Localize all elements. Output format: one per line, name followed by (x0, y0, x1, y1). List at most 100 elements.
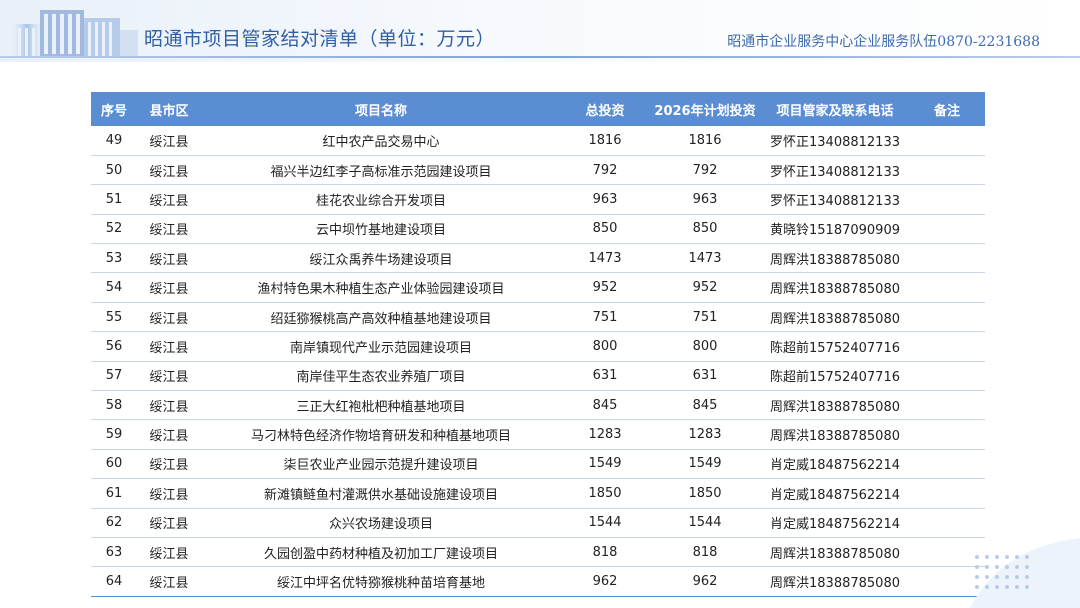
cell-total-investment: 800 (561, 331, 649, 362)
cell-note (909, 478, 985, 509)
cell-no: 62 (91, 508, 137, 538)
cell-county: 绥江县 (137, 537, 201, 568)
col-header-no: 序号 (100, 103, 127, 119)
cell-total-investment: 1544 (561, 508, 649, 538)
cell-note (909, 214, 985, 245)
contact-info: 昭通市企业服务中心企业服务队伍0870-2231688 (727, 34, 1040, 50)
decor-dot (1025, 575, 1029, 579)
decor-dot (985, 555, 989, 559)
cell-total-investment: 631 (561, 361, 649, 392)
cell-no: 57 (91, 361, 137, 392)
cell-plan-investment: 1549 (649, 449, 761, 480)
cell-county: 绥江县 (137, 155, 201, 186)
cell-plan-investment: 850 (649, 214, 761, 245)
cell-county: 绥江县 (137, 390, 201, 421)
decor-dot (995, 565, 999, 569)
header-divider (0, 56, 1080, 58)
cell-project-name: 绥江众禹养牛场建设项目 (201, 243, 561, 274)
cell-no: 61 (91, 478, 137, 509)
table-row: 62 绥江县 众兴农场建设项目 1544 1544 肖定威18487562214 (91, 508, 985, 538)
project-table: 序号 县市区 项目名称 总投资 2026年计划投资 项目管家及联系电话 备注 4… (91, 92, 985, 597)
col-header-manager: 项目管家及联系电话 (776, 103, 894, 119)
cell-no: 51 (91, 184, 137, 215)
table-row: 54 绥江县 渔村特色果木种植生态产业体验园建设项目 952 952 周辉洪1838878… (91, 272, 985, 303)
cell-total-investment: 1816 (561, 126, 649, 156)
cell-manager: 周辉洪18388785080 (761, 302, 909, 333)
table-row: 57 绥江县 南岸佳平生态农业养殖厂项目 631 631 陈超前15752407716 (91, 361, 985, 392)
cell-manager: 陈超前15752407716 (761, 361, 909, 392)
cell-no: 63 (91, 537, 137, 568)
cell-note (909, 419, 985, 450)
cell-county: 绥江县 (137, 184, 201, 215)
cell-county: 绥江县 (137, 302, 201, 333)
building-logo-icon (14, 10, 138, 58)
cell-no: 52 (91, 214, 137, 245)
decor-dot (985, 585, 989, 589)
decor-dot (1005, 575, 1009, 579)
cell-manager: 周辉洪18388785080 (761, 390, 909, 421)
cell-plan-investment: 1544 (649, 508, 761, 538)
cell-manager: 罗怀正13408812133 (761, 184, 909, 215)
cell-county: 绥江县 (137, 419, 201, 450)
header-banner: 昭通市项目管家结对清单（单位：万元） 昭通市企业服务中心企业服务队伍0870-2… (0, 0, 1080, 62)
cell-project-name: 三正大红袍枇杷种植基地项目 (201, 390, 561, 421)
table-row: 63 绥江县 久园创盈中药材种植及初加工厂建设项目 818 818 周辉洪18388785… (91, 537, 985, 568)
col-header-note: 备注 (933, 103, 960, 119)
cell-plan-investment: 1283 (649, 419, 761, 450)
cell-county: 绥江县 (137, 449, 201, 480)
cell-project-name: 南岸佳平生态农业养殖厂项目 (201, 361, 561, 392)
cell-total-investment: 792 (561, 155, 649, 186)
cell-manager: 肖定威18487562214 (761, 449, 909, 480)
project-table-container: 序号 县市区 项目名称 总投资 2026年计划投资 项目管家及联系电话 备注 4… (91, 92, 985, 597)
decor-dot (1025, 565, 1029, 569)
decor-dot (975, 555, 979, 559)
cell-plan-investment: 631 (649, 361, 761, 392)
cell-no: 49 (91, 126, 137, 156)
decor-dot (975, 585, 979, 589)
cell-note (909, 184, 985, 215)
cell-county: 绥江县 (137, 272, 201, 303)
cell-manager: 罗怀正13408812133 (761, 126, 909, 156)
cell-manager: 黄晓铃15187090909 (761, 214, 909, 245)
cell-total-investment: 1549 (561, 449, 649, 480)
decor-dot (1005, 555, 1009, 559)
decor-dot (995, 555, 999, 559)
dot-grid-decoration (975, 555, 1029, 589)
cell-project-name: 众兴农场建设项目 (201, 508, 561, 538)
cell-plan-investment: 792 (649, 155, 761, 186)
cell-note (909, 361, 985, 392)
cell-county: 绥江县 (137, 478, 201, 509)
cell-note (909, 155, 985, 186)
cell-manager: 罗怀正13408812133 (761, 155, 909, 186)
cell-note (909, 449, 985, 480)
cell-county: 绥江县 (137, 508, 201, 538)
cell-project-name: 绥江中坪名优特猕猴桃种苗培育基地 (201, 566, 561, 597)
cell-manager: 周辉洪18388785080 (761, 272, 909, 303)
cell-no: 64 (91, 566, 137, 597)
table-row: 56 绥江县 南岸镇现代产业示范园建设项目 800 800 陈超前15752407716 (91, 331, 985, 362)
cell-no: 58 (91, 390, 137, 421)
cell-note (909, 508, 985, 538)
cell-project-name: 新滩镇鲢鱼村灌溉供水基础设施建设项目 (201, 478, 561, 509)
cell-manager: 肖定威18487562214 (761, 478, 909, 509)
table-row: 61 绥江县 新滩镇鲢鱼村灌溉供水基础设施建设项目 1850 1850 肖定威184875… (91, 478, 985, 509)
cell-project-name: 柒巨农业产业园示范提升建设项目 (201, 449, 561, 480)
cell-project-name: 马刁林特色经济作物培育研发和种植基地项目 (201, 419, 561, 450)
decor-dot (985, 575, 989, 579)
cell-manager: 周辉洪18388785080 (761, 566, 909, 597)
cell-note (909, 126, 985, 156)
cell-total-investment: 845 (561, 390, 649, 421)
cell-project-name: 福兴半边红李子高标准示范园建设项目 (201, 155, 561, 186)
cell-total-investment: 952 (561, 272, 649, 303)
cell-note (909, 272, 985, 303)
cell-total-investment: 751 (561, 302, 649, 333)
decor-dot (975, 565, 979, 569)
table-row: 64 绥江县 绥江中坪名优特猕猴桃种苗培育基地 962 962 周辉洪1838878508… (91, 566, 985, 597)
cell-total-investment: 818 (561, 537, 649, 568)
cell-no: 54 (91, 272, 137, 303)
cell-plan-investment: 952 (649, 272, 761, 303)
cell-manager: 肖定威18487562214 (761, 508, 909, 538)
cell-no: 53 (91, 243, 137, 274)
cell-manager: 周辉洪18388785080 (761, 419, 909, 450)
decor-dot (995, 585, 999, 589)
